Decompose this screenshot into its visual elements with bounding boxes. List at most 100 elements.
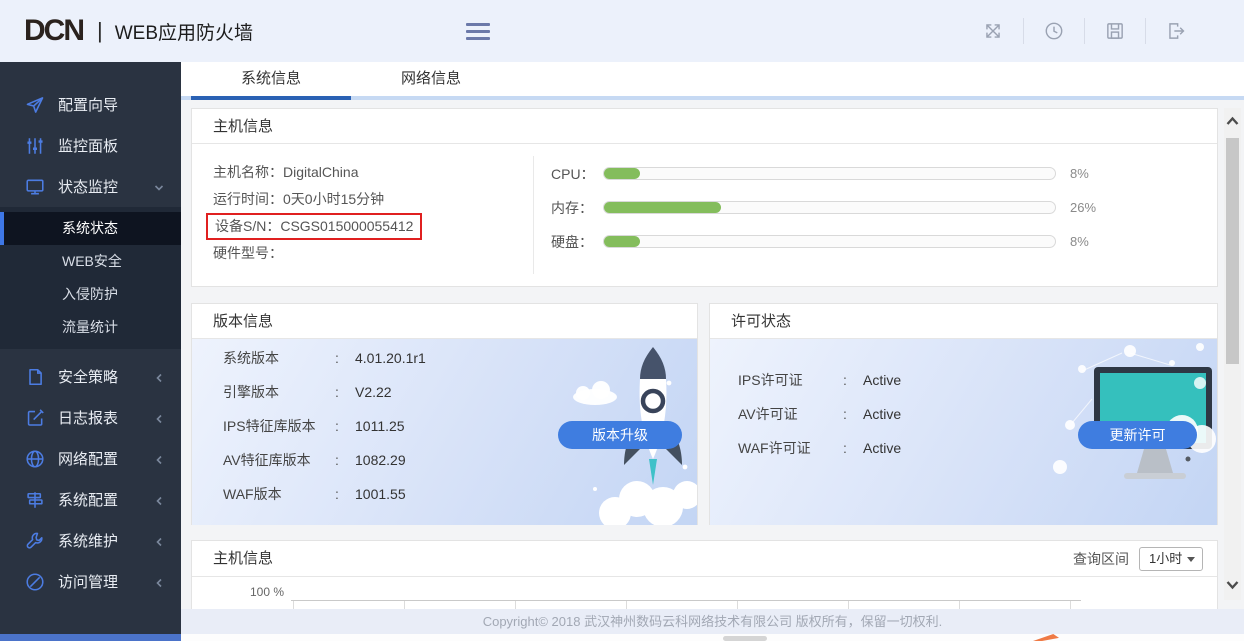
monitor-icon — [25, 177, 45, 197]
uptime-field: 运行时间：0天0小时15分钟 — [213, 186, 533, 213]
disk-label: 硬盘： — [551, 232, 603, 252]
license-status-card: 许可状态 IPS许可证 : Active AV许可证 : Active WAF许… — [709, 303, 1218, 525]
memory-percent: 26% — [1070, 200, 1096, 215]
cpu-gauge-row: CPU： 8% — [534, 158, 1217, 189]
globe-icon — [25, 449, 45, 469]
sidebar-item-log-reports[interactable]: 日志报表 — [0, 397, 181, 438]
sidebar-subitem-web-security[interactable]: WEB安全 — [0, 245, 181, 278]
cpu-percent: 8% — [1070, 166, 1089, 181]
sidebar-item-network-config[interactable]: 网络配置 — [0, 438, 181, 479]
fullscreen-arrows-icon[interactable] — [982, 20, 1004, 42]
vertical-scrollbar[interactable] — [1224, 108, 1241, 600]
memory-label: 内存： — [551, 198, 603, 218]
resource-gauges: CPU： 8% 内存： 26% 硬盘： 8% — [534, 144, 1217, 260]
memory-progress-bar — [603, 201, 1056, 214]
sidebar-subitem-intrusion-prevention[interactable]: 入侵防护 — [0, 278, 181, 311]
version-info-card: 版本信息 系统版本 : 4.01.20.1r1 引擎版本 : V2.22 IPS… — [191, 303, 698, 525]
query-interval-label: 查询区间 — [1073, 547, 1129, 571]
license-status-value: Active — [863, 372, 901, 388]
tab-bar: 系统信息 网络信息 — [181, 62, 1244, 100]
top-header: DCN | WEB应用防火墙 — [0, 0, 1244, 62]
sidebar-item-label: 系统配置 — [58, 489, 118, 510]
chevron-left-icon — [153, 576, 165, 588]
card-title: 主机信息 — [192, 541, 273, 577]
save-icon[interactable] — [1104, 20, 1126, 42]
update-license-button[interactable]: 更新许可 — [1078, 421, 1197, 449]
sidebar-item-config-wizard[interactable]: 配置向导 — [0, 84, 181, 125]
sidebar-subitem-traffic-stats[interactable]: 流量统计 — [0, 311, 181, 344]
sidebar: 配置向导 监控面板 状态监控 系统状态 WEB安全 入侵防护 — [0, 62, 181, 641]
dcn-logo: DCN — [24, 14, 83, 48]
host-info-card: 主机信息 主机名称：DigitalChina 运行时间：0天0小时15分钟 设备… — [191, 108, 1218, 287]
interval-selected-value: 1小时 — [1149, 551, 1182, 566]
sidebar-item-status-monitor[interactable]: 状态监控 — [0, 166, 181, 207]
header-separator — [1084, 18, 1085, 44]
sidebar-item-label: 监控面板 — [58, 135, 118, 156]
scrollbar-down-arrow[interactable] — [1225, 578, 1240, 592]
scrollbar-up-arrow[interactable] — [1225, 114, 1240, 128]
version-row: 引擎版本 : V2.22 — [192, 375, 697, 409]
main-content: 系统信息 网络信息 主机信息 主机名称：DigitalChina 运行时间：0天… — [181, 62, 1244, 641]
cpu-label: CPU： — [551, 164, 603, 184]
chevron-left-icon — [153, 371, 165, 383]
sidebar-item-system-maintenance[interactable]: 系统维护 — [0, 520, 181, 561]
chevron-left-icon — [153, 453, 165, 465]
y-axis-tick-label: 100 % — [250, 585, 284, 599]
license-status-value: Active — [863, 440, 901, 456]
sidebar-item-label: 系统维护 — [58, 530, 118, 551]
status-monitor-submenu: 系统状态 WEB安全 入侵防护 流量统计 — [0, 207, 181, 349]
interval-select[interactable]: 1小时 — [1139, 547, 1203, 571]
logout-icon[interactable] — [1165, 20, 1187, 42]
version-row: 系统版本 : 4.01.20.1r1 — [192, 341, 697, 375]
memory-gauge-row: 内存： 26% — [534, 192, 1217, 223]
host-name-field: 主机名称：DigitalChina — [213, 159, 533, 186]
sidebar-item-label: 网络配置 — [58, 448, 118, 469]
sidebar-item-label: 配置向导 — [58, 94, 118, 115]
wrench-icon — [25, 531, 45, 551]
tab-network-info[interactable]: 网络信息 — [351, 62, 511, 100]
sidebar-item-label: 安全策略 — [58, 366, 118, 387]
sidebar-item-label: 状态监控 — [58, 176, 118, 197]
header-separator — [1023, 18, 1024, 44]
scrollbar-thumb[interactable] — [1226, 138, 1239, 364]
sidebar-item-system-config[interactable]: 系统配置 — [0, 479, 181, 520]
license-row: IPS许可证 : Active — [710, 363, 1217, 397]
sidebar-item-access-management[interactable]: 访问管理 — [0, 561, 181, 602]
signpost-icon — [25, 490, 45, 510]
disk-percent: 8% — [1070, 234, 1089, 249]
bottom-edge-strip — [181, 634, 1244, 641]
edit-icon — [25, 408, 45, 428]
partial-scrollbar-pill — [723, 636, 767, 641]
header-actions — [963, 0, 1206, 62]
hardware-model-field: 硬件型号： — [213, 240, 533, 267]
copyright-footer: Copyright© 2018 武汉神州数码云科网络技术有限公司 版权所有，保留… — [181, 609, 1244, 634]
serial-number-text: 设备S/N：CSGS015000055412 — [215, 218, 413, 234]
version-row: WAF版本 : 1001.55 — [192, 477, 697, 511]
card-title: 主机信息 — [192, 109, 1217, 144]
cpu-progress-bar — [603, 167, 1056, 180]
sidebar-subitem-system-status[interactable]: 系统状态 — [0, 212, 181, 245]
sliders-icon — [25, 136, 45, 156]
app-window: DCN | WEB应用防火墙 — [0, 0, 1244, 641]
chevron-down-icon — [153, 181, 165, 193]
chevron-left-icon — [153, 412, 165, 424]
disk-gauge-row: 硬盘： 8% — [534, 226, 1217, 257]
chart-axis-line — [291, 600, 1081, 601]
collapse-menu-icon[interactable] — [466, 23, 490, 40]
app-title: WEB应用防火墙 — [115, 18, 253, 45]
paper-plane-icon — [25, 95, 45, 115]
rocket-tip-decoration — [1033, 634, 1059, 641]
sidebar-item-label: 访问管理 — [58, 571, 118, 592]
card-title: 版本信息 — [192, 304, 697, 339]
no-entry-icon — [25, 572, 45, 592]
sidebar-item-label: 日志报表 — [58, 407, 118, 428]
host-fields: 主机名称：DigitalChina 运行时间：0天0小时15分钟 设备S/N：C… — [192, 144, 533, 286]
tab-system-info[interactable]: 系统信息 — [191, 62, 351, 100]
version-upgrade-button[interactable]: 版本升级 — [558, 421, 682, 449]
file-icon — [25, 367, 45, 387]
clock-icon[interactable] — [1043, 20, 1065, 42]
sidebar-item-monitor-panel[interactable]: 监控面板 — [0, 125, 181, 166]
dropdown-arrow-icon — [1187, 557, 1195, 562]
sidebar-item-security-policy[interactable]: 安全策略 — [0, 356, 181, 397]
license-status-value: Active — [863, 406, 901, 422]
